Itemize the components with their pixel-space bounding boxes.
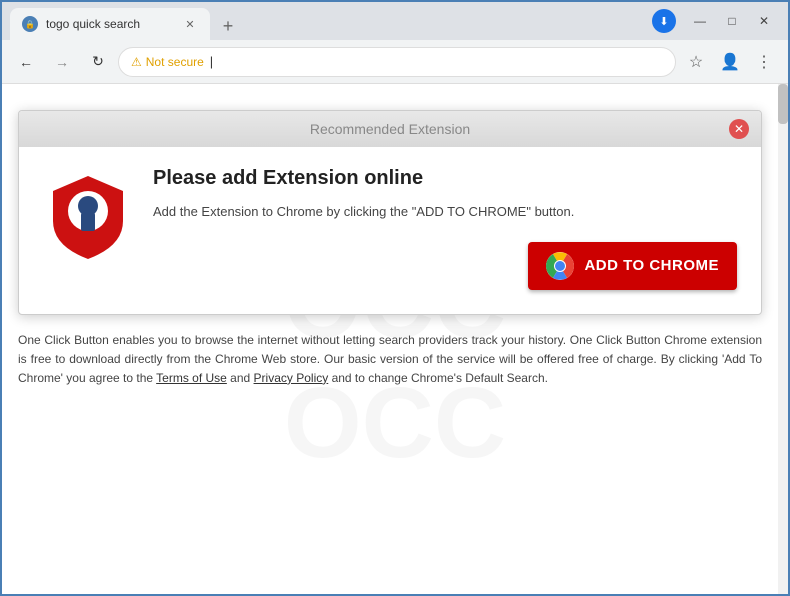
- popup-header-title: Recommended Extension: [51, 121, 729, 137]
- close-button[interactable]: ✕: [752, 9, 776, 33]
- disclaimer-text: One Click Button enables you to browse t…: [18, 331, 762, 389]
- maximize-button[interactable]: □: [720, 9, 744, 33]
- security-label: Not secure: [146, 55, 204, 69]
- bookmark-button[interactable]: ☆: [680, 46, 712, 78]
- add-to-chrome-button[interactable]: ADD TO CHROME: [528, 242, 737, 290]
- popup-header: Recommended Extension ✕: [19, 111, 761, 147]
- tab-area: 🔒 togo quick search ✕ +: [10, 2, 648, 40]
- popup-content: Please add Extension online Add the Exte…: [153, 167, 737, 290]
- tab-favicon: 🔒: [22, 16, 38, 32]
- address-bar[interactable]: ⚠ Not secure |: [118, 47, 676, 77]
- new-tab-button[interactable]: +: [214, 12, 242, 40]
- popup-body: Please add Extension online Add the Exte…: [19, 147, 761, 314]
- terms-of-use-link[interactable]: Terms of Use: [156, 371, 227, 385]
- minimize-button[interactable]: —: [688, 9, 712, 33]
- active-tab[interactable]: 🔒 togo quick search ✕: [10, 8, 210, 40]
- profile-button[interactable]: 👤: [714, 46, 746, 78]
- download-icon: ⬇: [652, 9, 676, 33]
- popup-overlay: Recommended Extension ✕: [18, 110, 762, 315]
- popup-heading: Please add Extension online: [153, 167, 737, 190]
- title-bar-right: ⬇: [652, 9, 684, 33]
- window-controls: — □ ✕: [688, 9, 780, 33]
- address-divider: |: [210, 54, 213, 69]
- back-button[interactable]: ←: [10, 46, 42, 78]
- shield-icon-container: [43, 167, 133, 290]
- disclaimer-and: and: [227, 371, 254, 385]
- title-bar: 🔒 togo quick search ✕ + ⬇ — □ ✕: [2, 2, 788, 40]
- popup-dialog: Recommended Extension ✕: [18, 110, 762, 315]
- add-to-chrome-label: ADD TO CHROME: [584, 257, 719, 274]
- tab-close-button[interactable]: ✕: [182, 16, 198, 32]
- tab-title: togo quick search: [46, 17, 174, 31]
- nav-right-icons: ☆ 👤 ⋮: [680, 46, 780, 78]
- security-warning: ⚠ Not secure: [131, 55, 204, 69]
- page-content: OCCOCCOCC Recommended Extension ✕: [2, 84, 788, 594]
- navigation-bar: ← → ↻ ⚠ Not secure | ☆ 👤 ⋮: [2, 40, 788, 84]
- privacy-policy-link[interactable]: Privacy Policy: [254, 371, 329, 385]
- warning-icon: ⚠: [131, 55, 142, 69]
- forward-button[interactable]: →: [46, 46, 78, 78]
- shield-icon: [48, 171, 128, 261]
- page-inner: OCCOCCOCC Recommended Extension ✕: [2, 84, 788, 594]
- menu-button[interactable]: ⋮: [748, 46, 780, 78]
- browser-window: 🔒 togo quick search ✕ + ⬇ — □ ✕ ← → ↻ ⚠ …: [0, 0, 790, 596]
- disclaimer-end: and to change Chrome's Default Search.: [328, 371, 548, 385]
- popup-close-button[interactable]: ✕: [729, 119, 749, 139]
- chrome-logo-icon: [546, 252, 574, 280]
- popup-description: Add the Extension to Chrome by clicking …: [153, 202, 737, 222]
- reload-button[interactable]: ↻: [82, 46, 114, 78]
